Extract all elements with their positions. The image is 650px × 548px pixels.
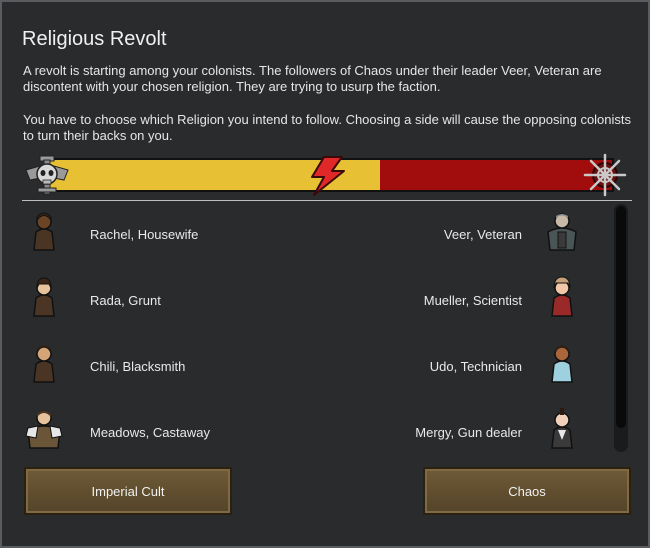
colonist-name-veer[interactable]: Veer, Veteran [444,227,522,242]
imperial-cult-button[interactable]: Imperial Cult [24,467,232,515]
imperial-aquila-skull-icon [25,155,69,195]
colonist-portrait-veer [547,213,577,251]
chaos-button[interactable]: Chaos [423,467,631,515]
colonist-name-chili[interactable]: Chili, Blacksmith [90,359,185,374]
colonist-portrait-meadows [25,410,63,449]
chaos-star-icon [583,153,627,197]
divider [22,200,632,201]
colonist-portrait-rachel [33,212,55,251]
colonist-portrait-chili [33,345,55,383]
colonist-name-rachel[interactable]: Rachel, Housewife [90,227,198,242]
colonist-list-scrollbar[interactable] [614,204,628,452]
colonist-name-meadows[interactable]: Meadows, Castaway [90,425,210,440]
lightning-bolt-icon [311,156,345,196]
scrollbar-thumb[interactable] [616,206,626,428]
religious-revolt-dialog: Religious Revolt A revolt is starting am… [0,0,650,548]
colonist-name-mueller[interactable]: Mueller, Scientist [424,293,522,308]
colonist-portrait-udo [551,345,573,383]
description-paragraph-1: A revolt is starting among your colonist… [23,63,602,94]
colonist-name-rada[interactable]: Rada, Grunt [90,293,161,308]
chaos-balance-fill [380,158,614,192]
colonist-name-udo[interactable]: Udo, Technician [430,359,522,374]
colonist-name-mergy[interactable]: Mergy, Gun dealer [415,425,522,440]
dialog-title: Religious Revolt [22,28,167,50]
description-paragraph-2: You have to choose which Religion you in… [23,112,632,143]
colonist-portrait-rada [33,277,55,317]
religion-balance-bar [22,153,636,197]
colonist-portrait-mergy [551,408,573,449]
colonist-portrait-mueller [551,276,573,317]
